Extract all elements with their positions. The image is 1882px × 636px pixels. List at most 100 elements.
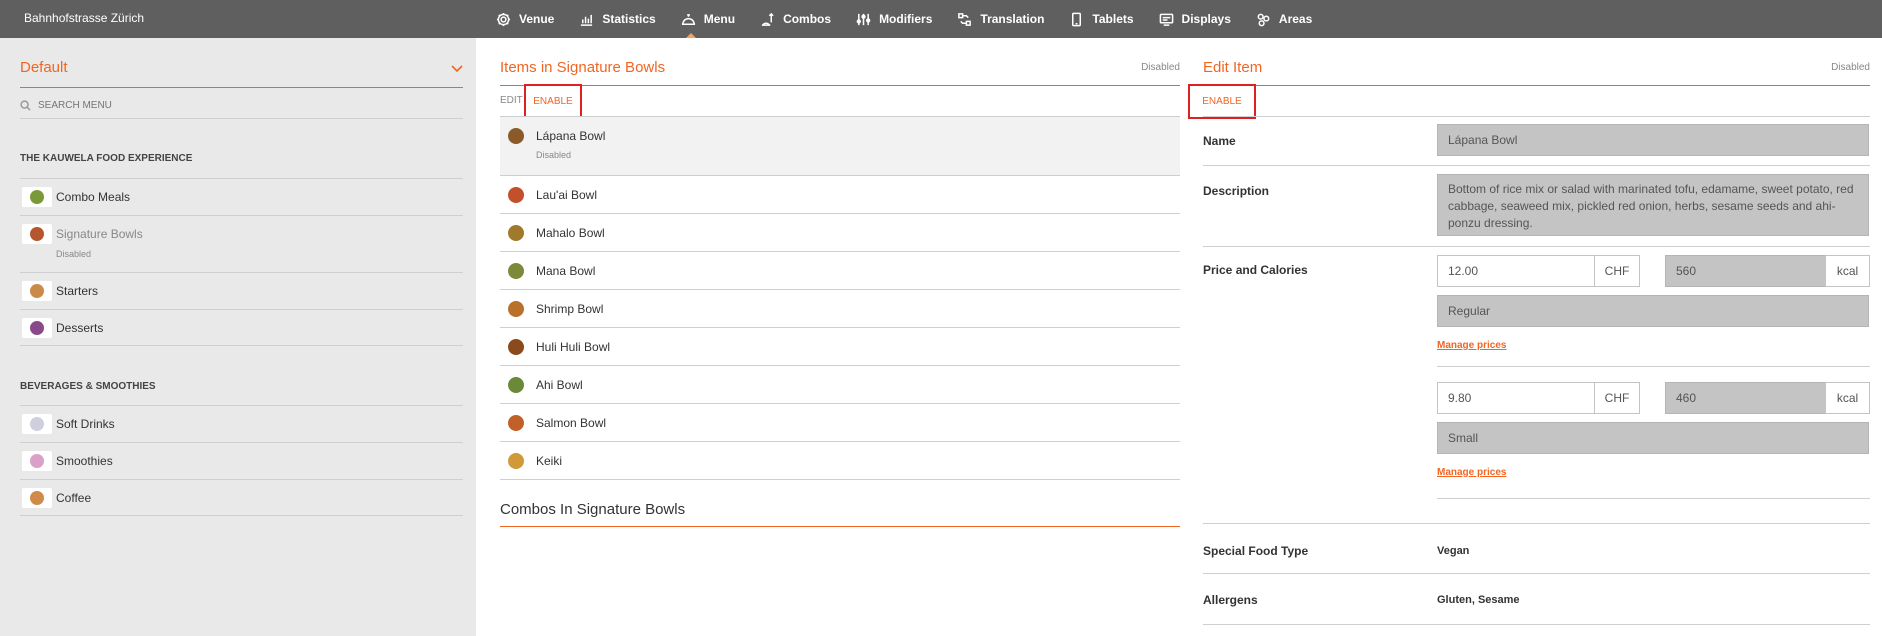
name-field[interactable]: Lápana Bowl [1437, 124, 1869, 156]
item-row-lapana-bowl[interactable]: Lápana Bowl Disabled [500, 117, 1180, 176]
calories-input[interactable]: 560 [1665, 255, 1826, 287]
nav-venue[interactable]: Venue [496, 0, 554, 38]
nav-label: Modifiers [879, 12, 933, 26]
venue-name[interactable]: Bahnhofstrasse Zürich [24, 11, 144, 25]
divider [500, 85, 1180, 86]
category-thumbnail [22, 451, 52, 471]
item-label: Keiki [536, 454, 563, 468]
nav-areas[interactable]: Areas [1256, 0, 1312, 38]
divider [1203, 246, 1870, 247]
category-item-signature-bowls[interactable]: Signature Bowls Disabled [20, 215, 463, 272]
item-row-ahi-bowl[interactable]: Ahi Bowl [500, 366, 1180, 404]
divider [1203, 523, 1870, 524]
category-list: Soft Drinks Smoothies Coffee [20, 405, 463, 516]
category-label: Desserts [56, 321, 104, 335]
top-bar: Bahnhofstrasse Zürich Venue Statistics M… [0, 0, 1882, 38]
item-thumbnail [508, 301, 524, 317]
category-item-soft-drinks[interactable]: Soft Drinks [20, 405, 463, 442]
item-label: Lápana Bowl [536, 129, 606, 143]
nav-combos[interactable]: Combos [760, 0, 831, 38]
manage-prices-link[interactable]: Manage prices [1437, 467, 1506, 478]
divider [1203, 165, 1870, 166]
search-bar [20, 93, 463, 119]
kcal-label: kcal [1825, 382, 1870, 414]
nav-modifiers[interactable]: Modifiers [856, 0, 932, 38]
nav-tablets[interactable]: Tablets [1069, 0, 1134, 38]
category-label: Combo Meals [56, 190, 131, 204]
divider [1203, 85, 1870, 86]
category-item-combo-meals[interactable]: Combo Meals [20, 178, 463, 215]
allergens-label: Allergens [1203, 593, 1258, 607]
menu-select[interactable]: Default [20, 59, 463, 88]
search-input[interactable] [38, 100, 438, 111]
category-label: Soft Drinks [56, 417, 115, 431]
description-field[interactable]: Bottom of rice mix or salad with marinat… [1437, 174, 1869, 236]
manage-prices-link[interactable]: Manage prices [1437, 340, 1506, 351]
edit-button[interactable]: EDIT [500, 95, 523, 106]
currency-label: CHF [1594, 382, 1640, 414]
item-row-mahalo-bowl[interactable]: Mahalo Bowl [500, 214, 1180, 252]
item-row-lauai-bowl[interactable]: Lau'ai Bowl [500, 176, 1180, 214]
category-thumbnail [22, 224, 52, 244]
combos-section-title: Combos In Signature Bowls [500, 501, 686, 518]
category-item-smoothies[interactable]: Smoothies [20, 442, 463, 479]
item-row-huli-huli-bowl[interactable]: Huli Huli Bowl [500, 328, 1180, 366]
divider [1437, 498, 1870, 499]
size-field[interactable]: Regular [1437, 295, 1869, 327]
category-item-starters[interactable]: Starters [20, 272, 463, 309]
enable-button[interactable]: ENABLE [524, 84, 582, 119]
category-label: Coffee [56, 491, 92, 505]
enable-button[interactable]: ENABLE [1188, 84, 1256, 119]
item-row-keiki[interactable]: Keiki [500, 442, 1180, 480]
item-thumbnail [508, 225, 524, 241]
edit-panel-status: Disabled [1831, 62, 1870, 73]
item-list: Lápana Bowl Disabled Lau'ai Bowl Mahalo … [500, 116, 1180, 480]
nav-label: Statistics [602, 12, 656, 26]
chevron-down-icon [451, 61, 463, 79]
category-item-coffee[interactable]: Coffee [20, 479, 463, 516]
category-label: Smoothies [56, 454, 113, 468]
divider [1203, 116, 1870, 117]
price-calories-label: Price and Calories [1203, 263, 1308, 277]
allergens-value: Gluten, Sesame [1437, 594, 1520, 606]
price-input[interactable]: 12.00 [1437, 255, 1595, 287]
nav-label: Displays [1181, 12, 1231, 26]
size-field[interactable]: Small [1437, 422, 1869, 454]
category-thumbnail [22, 414, 52, 434]
main-nav: Venue Statistics Menu Combos Modifiers T… [496, 0, 1337, 38]
nav-menu[interactable]: Menu [681, 0, 735, 38]
display-icon [1159, 13, 1173, 26]
calories-input[interactable]: 460 [1665, 382, 1826, 414]
nav-displays[interactable]: Displays [1159, 0, 1231, 38]
nav-translation[interactable]: Translation [957, 0, 1044, 38]
sliders-icon [856, 13, 871, 25]
item-row-mana-bowl[interactable]: Mana Bowl [500, 252, 1180, 290]
chart-icon [581, 14, 593, 26]
item-label: Huli Huli Bowl [536, 340, 611, 354]
sidebar: Default THE KAUWELA FOOD EXPERIENCE Comb… [0, 38, 476, 636]
item-label: Mana Bowl [536, 264, 596, 278]
gear-icon [496, 12, 511, 26]
price-input[interactable]: 9.80 [1437, 382, 1595, 414]
category-item-desserts[interactable]: Desserts [20, 309, 463, 346]
search-icon [20, 100, 31, 111]
item-thumbnail [508, 187, 524, 203]
item-thumbnail [508, 263, 524, 279]
description-label: Description [1203, 184, 1270, 198]
divider [1203, 573, 1870, 574]
category-thumbnail [22, 187, 52, 207]
section-title: BEVERAGES & SMOOTHIES [20, 381, 156, 392]
nav-label: Venue [519, 12, 555, 26]
category-label: Signature Bowls [56, 227, 143, 241]
nav-statistics[interactable]: Statistics [579, 0, 656, 38]
item-thumbnail [508, 415, 524, 431]
nav-label: Translation [980, 12, 1045, 26]
nav-label: Menu [703, 12, 736, 26]
category-status: Disabled [56, 249, 92, 259]
item-row-shrimp-bowl[interactable]: Shrimp Bowl [500, 290, 1180, 328]
nav-label: Tablets [1092, 12, 1134, 26]
cloche-icon [681, 13, 695, 25]
divider [1437, 366, 1870, 367]
item-row-salmon-bowl[interactable]: Salmon Bowl [500, 404, 1180, 442]
edit-panel-title: Edit Item [1203, 59, 1263, 76]
